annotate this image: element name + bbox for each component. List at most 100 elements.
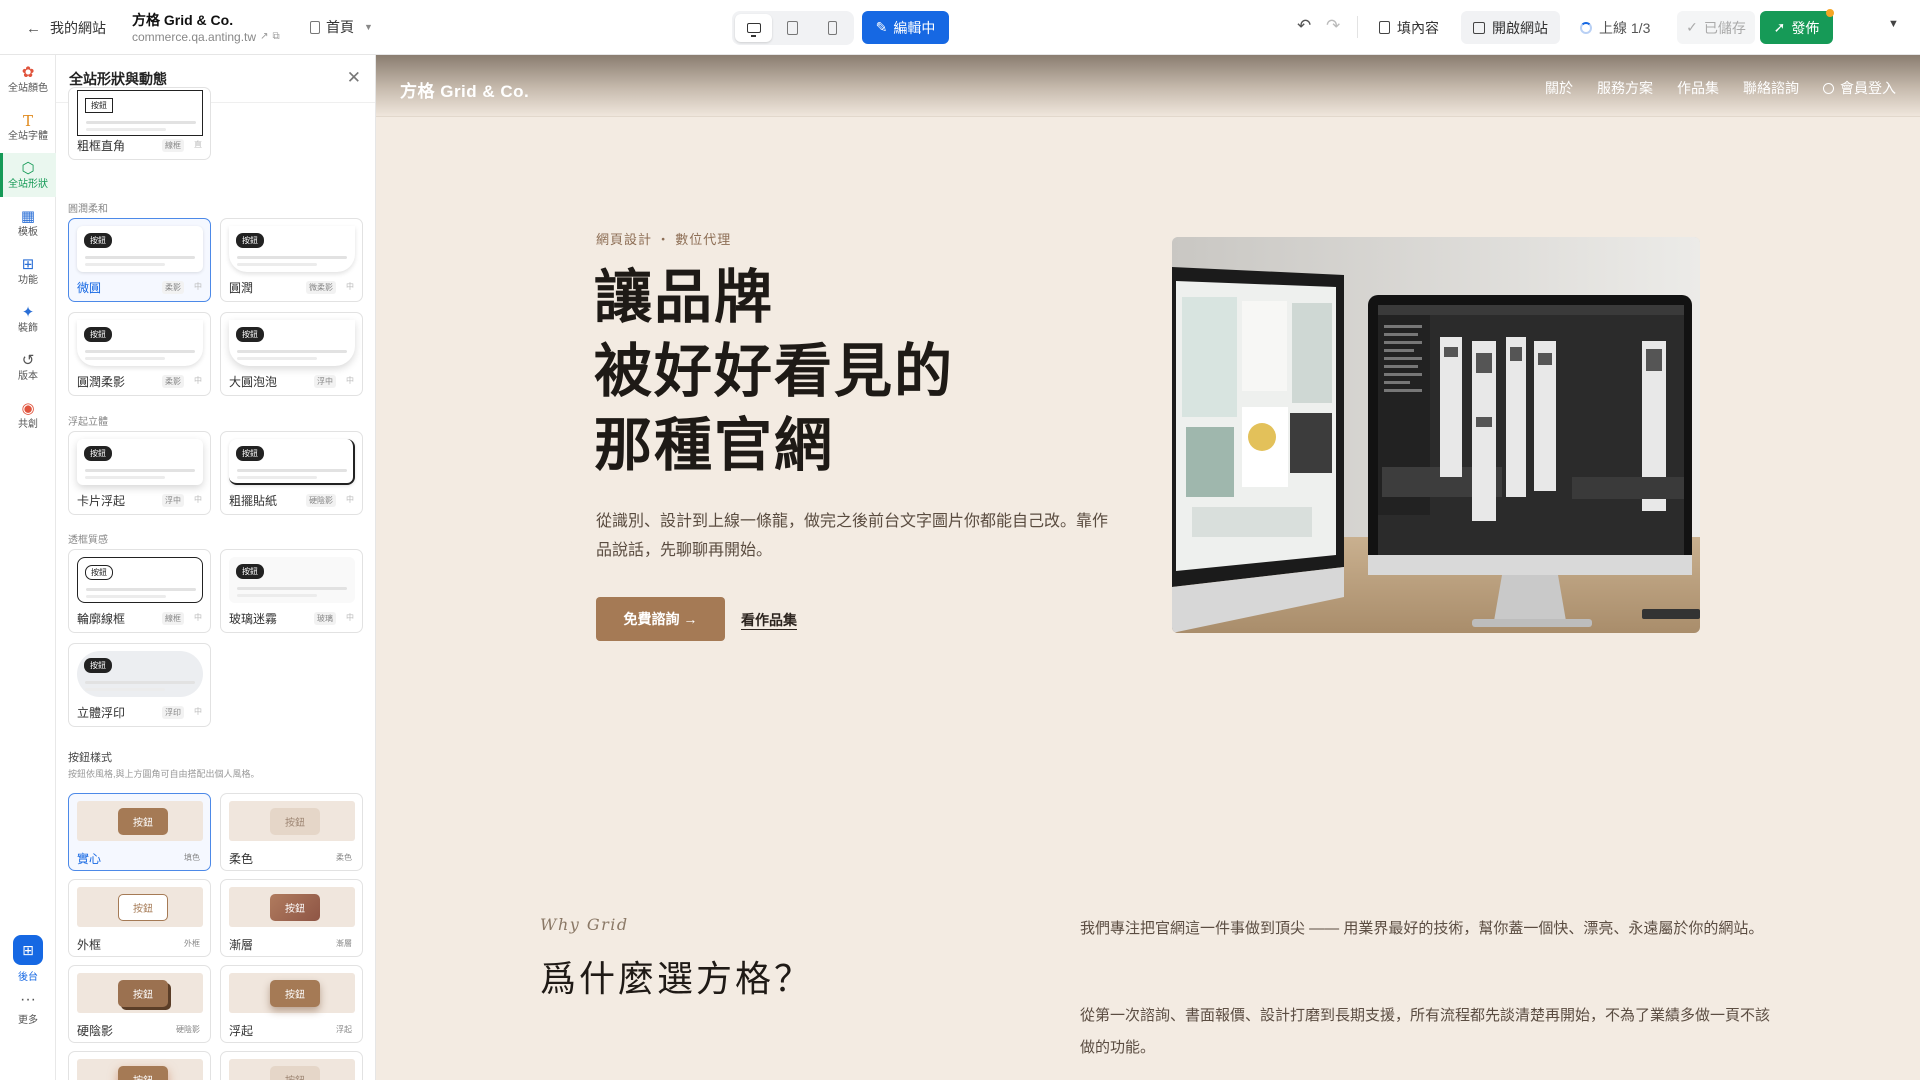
shape-card-emboss[interactable]: 按鈕 立體浮印 浮印 中 (68, 643, 211, 727)
shape-name: 粗擺貼紙 (229, 494, 278, 508)
view-portfolio-link[interactable]: 看作品集 (741, 610, 797, 630)
button-style-float[interactable]: 按鈕 浮起 浮起 (220, 965, 363, 1043)
nav-link-portfolio[interactable]: 作品集 (1677, 78, 1719, 98)
preview-line (85, 256, 195, 259)
desktop-icon (746, 23, 761, 37)
admin-button[interactable]: ⊞ (13, 935, 43, 965)
template-icon: ▦ (20, 207, 36, 225)
chevron-down-icon[interactable]: ▼ (1888, 18, 1899, 30)
shape-card-square[interactable]: 按鈕 粗框直角 線框 直 (68, 87, 211, 160)
shape-tag: 中 (194, 613, 202, 622)
button-style-name: 外框 (77, 938, 102, 952)
site-name: 方格 Grid & Co. (132, 12, 234, 28)
button-preview: 按鈕 (229, 973, 355, 1013)
chip: 按鈕 (236, 446, 264, 461)
shape-card-outline[interactable]: 按鈕 輪廓線框 線框 中 (68, 549, 211, 633)
shape-name: 微圓 (77, 281, 102, 295)
rail-item-versions[interactable]: ↺ 版本 (0, 345, 56, 389)
redo-icon[interactable]: ↷ (1326, 16, 1340, 36)
rail-item-shapes[interactable]: ⬡ 全站形狀 (0, 153, 56, 197)
desktop-view-button[interactable] (735, 14, 773, 42)
shape-card-slight-round[interactable]: 按鈕 微圓 柔影 中 (68, 218, 211, 302)
button-style-tag: 外框 (184, 939, 200, 948)
button-style-card[interactable]: 按鈕 (220, 1051, 363, 1080)
preview-button: 按鈕 (270, 1066, 320, 1080)
mobile-view-button[interactable] (814, 14, 851, 42)
button-style-tag: 硬陰影 (176, 1025, 200, 1034)
button-style-solid[interactable]: 按鈕 實心 填色 (68, 793, 211, 871)
rail-item-colors[interactable]: ✿ 全站顏色 (0, 57, 56, 101)
preview-line (86, 595, 166, 598)
fill-content-button[interactable]: 填內容 (1367, 11, 1451, 44)
edit-mode-button[interactable]: ✎ 編輯中 (862, 11, 949, 44)
nav-link-contact[interactable]: 聯絡諮詢 (1743, 78, 1799, 98)
rail-item-features[interactable]: ⊞ 功能 (0, 249, 56, 293)
status-label: 上線 1/3 (1599, 20, 1651, 36)
button-style-gradient[interactable]: 按鈕 漸層 漸層 (220, 879, 363, 957)
site-preview-canvas[interactable]: 方格 Grid & Co. 關於 服務方案 作品集 聯絡諮詢 會員登入 網頁設計… (376, 55, 1920, 1080)
preview-line (85, 357, 165, 360)
preview-line (85, 263, 165, 266)
saved-button[interactable]: ✓ 已儲存 (1677, 11, 1755, 44)
chip: 按鈕 (84, 446, 112, 461)
nav-link-about[interactable]: 關於 (1545, 78, 1573, 98)
chip: 按鈕 (84, 327, 112, 342)
button-style-outline[interactable]: 按鈕 外框 外框 (68, 879, 211, 957)
free-consult-button[interactable]: 免費諮詢 → (596, 597, 725, 641)
site-nav-links: 關於 服務方案 作品集 聯絡諮詢 會員登入 (1545, 78, 1896, 98)
more-icon[interactable]: ··· (0, 992, 56, 1008)
shape-card-glass[interactable]: 按鈕 玻璃迷霧 玻璃 中 (220, 549, 363, 633)
history-icon: ↺ (21, 351, 35, 369)
palette-icon: ✿ (21, 63, 35, 81)
preview-button: 按鈕 (118, 980, 168, 1007)
preview-line (86, 128, 166, 131)
shape-tag: 中 (194, 495, 202, 504)
shape-card-float[interactable]: 按鈕 卡片浮起 浮中 中 (68, 431, 211, 515)
rail-item-cocreate[interactable]: ◉ 共創 (0, 393, 56, 437)
preview-line (85, 681, 195, 684)
preview-button: 按鈕 (118, 808, 168, 835)
publish-button[interactable]: ➚ 發佈 (1760, 11, 1833, 44)
page-selector[interactable]: 首頁 ▼ (310, 17, 373, 37)
site-logo[interactable]: 方格 Grid & Co. (400, 77, 529, 102)
shape-preview: 按鈕 (229, 557, 355, 603)
section-label: 圓潤柔和 (68, 204, 108, 215)
shape-card-round-soft[interactable]: 按鈕 圓潤柔影 柔影 中 (68, 312, 211, 396)
hero-description: 從識別、設計到上線一條龍，做完之後前台文字圖片你都能自己改。靠作品說話，先聊聊再… (596, 513, 1109, 559)
back-label: 我的網站 (50, 20, 106, 36)
shape-card-bubble[interactable]: 按鈕 大圓泡泡 浮中 中 (220, 312, 363, 396)
section-hint: 按鈕依風格,與上方圓角可自由搭配出個人風格。 (68, 769, 260, 779)
copy-icon[interactable]: ⧉ (272, 29, 279, 45)
back-to-sites-link[interactable]: ← 我的網站 (26, 18, 106, 38)
button-style-soft[interactable]: 按鈕 柔色 柔色 (220, 793, 363, 871)
hero-title-line: 被好好看見的 (594, 337, 955, 405)
clipboard-icon (1379, 21, 1390, 34)
chip: 按鈕 (236, 564, 264, 579)
close-icon[interactable]: ✕ (347, 68, 361, 88)
button-style-name: 漸層 (229, 938, 254, 952)
shape-tag: 柔影 (162, 375, 184, 388)
site-domain-row: commerce.qa.anting.tw ↗ ⧉ (132, 29, 280, 45)
external-link-icon[interactable]: ↗ (260, 29, 268, 45)
member-login-link[interactable]: 會員登入 (1823, 78, 1896, 98)
nav-link-services[interactable]: 服務方案 (1597, 78, 1653, 98)
shape-preview: 按鈕 (77, 320, 203, 366)
open-site-button[interactable]: 開啟網站 (1461, 11, 1560, 44)
site-domain: commerce.qa.anting.tw (132, 30, 257, 44)
button-style-hard-shadow[interactable]: 按鈕 硬陰影 硬陰影 (68, 965, 211, 1043)
user-icon (1823, 82, 1834, 94)
mobile-icon (827, 21, 837, 35)
button-style-card[interactable]: 按鈕 (68, 1051, 211, 1080)
preview-line (86, 121, 196, 124)
rail-item-decor[interactable]: ✦ 裝飾 (0, 297, 56, 341)
tablet-view-button[interactable] (774, 14, 811, 42)
shape-card-round[interactable]: 按鈕 圓潤 微柔影 中 (220, 218, 363, 302)
shape-name: 玻璃迷霧 (229, 612, 278, 626)
undo-icon[interactable]: ↶ (1297, 16, 1311, 36)
shape-card-sticker[interactable]: 按鈕 粗擺貼紙 硬陰影 中 (220, 431, 363, 515)
shape-preview: 按鈕 (77, 651, 203, 697)
shape-name: 卡片浮起 (77, 494, 126, 508)
rail-item-fonts[interactable]: T 全站字體 (0, 105, 56, 149)
rail-item-templates[interactable]: ▦ 模板 (0, 201, 56, 245)
deploy-status: 上線 1/3 (1580, 18, 1650, 38)
